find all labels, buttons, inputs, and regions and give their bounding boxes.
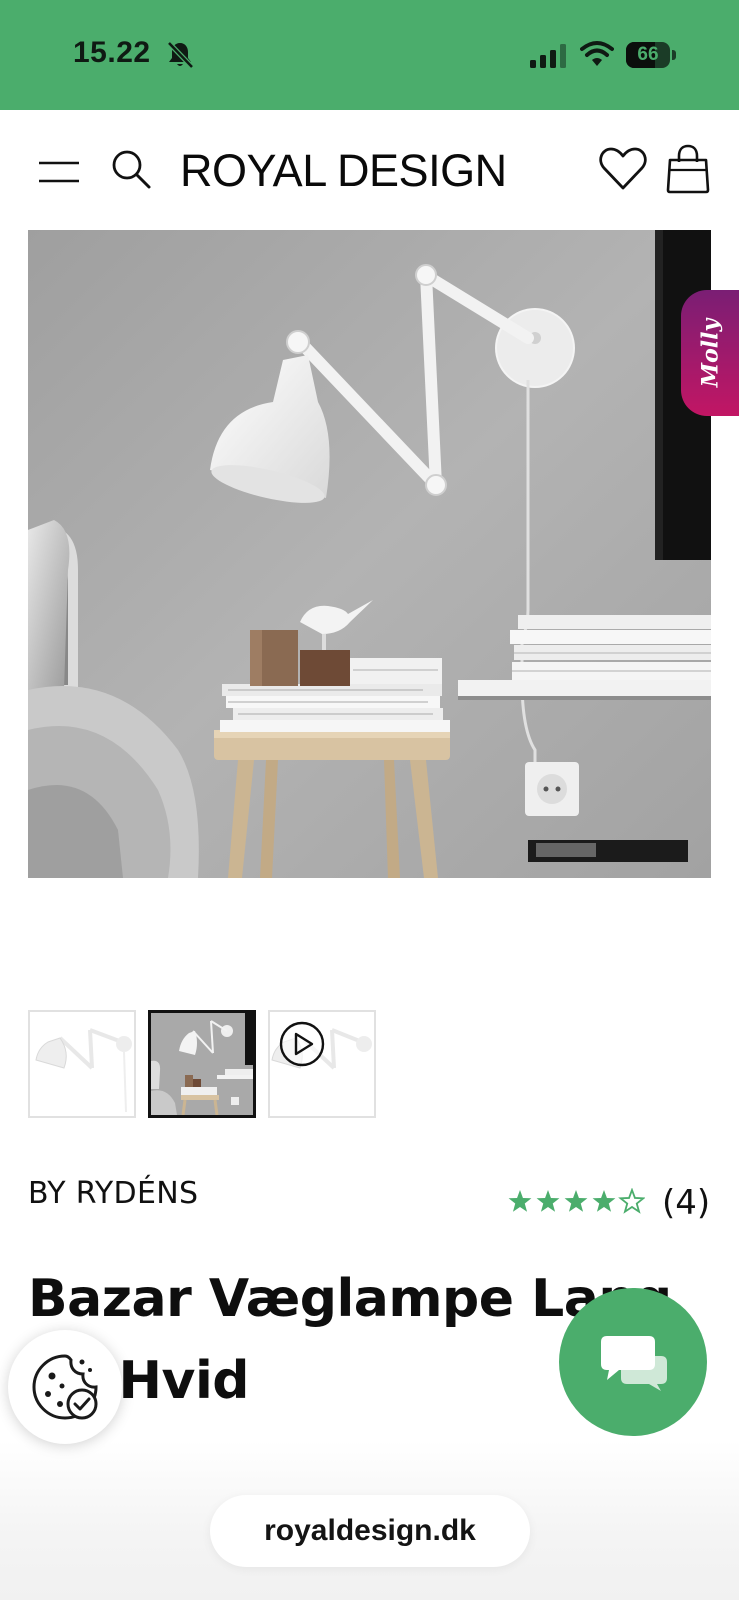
star-empty-icon — [618, 1188, 645, 1214]
menu-icon[interactable] — [38, 160, 80, 184]
star-filled-icon — [508, 1190, 532, 1212]
review-count[interactable]: (4) — [662, 1183, 710, 1223]
gallery-thumbnail-video[interactable] — [268, 1010, 376, 1118]
bell-slash-icon — [167, 41, 194, 69]
play-icon — [279, 1021, 325, 1067]
search-icon[interactable] — [110, 148, 152, 190]
gallery-thumbnail-1[interactable] — [28, 1010, 136, 1118]
chat-bubbles-icon — [601, 1336, 667, 1391]
gallery-thumbnail-2[interactable] — [148, 1010, 256, 1118]
cookie-settings-icon — [32, 1354, 98, 1420]
shopping-bag-icon[interactable] — [666, 144, 710, 194]
wifi-icon — [580, 41, 614, 66]
molly-label: Molly — [697, 318, 723, 388]
status-time: 15.22 — [73, 36, 151, 69]
chat-button[interactable] — [559, 1288, 707, 1436]
cookie-settings-button[interactable] — [8, 1330, 122, 1444]
brand-logo[interactable]: ROYAL DESIGN — [180, 143, 560, 199]
star-filled-icon — [592, 1190, 616, 1212]
heart-icon[interactable] — [598, 146, 648, 192]
address-bar[interactable]: royaldesign.dk — [210, 1495, 530, 1567]
molly-assistant-tab[interactable]: Molly — [681, 290, 739, 416]
battery-icon: 66 — [626, 42, 676, 68]
rating-stars[interactable] — [507, 1188, 645, 1214]
cellular-signal-icon — [530, 44, 566, 68]
product-brand-link[interactable]: BY RYDÉNS — [28, 1176, 198, 1211]
star-filled-icon — [536, 1190, 560, 1212]
star-filled-icon — [564, 1190, 588, 1212]
battery-level: 66 — [637, 44, 659, 65]
address-bar-url: royaldesign.dk — [264, 1514, 476, 1547]
product-main-image[interactable] — [28, 230, 711, 878]
